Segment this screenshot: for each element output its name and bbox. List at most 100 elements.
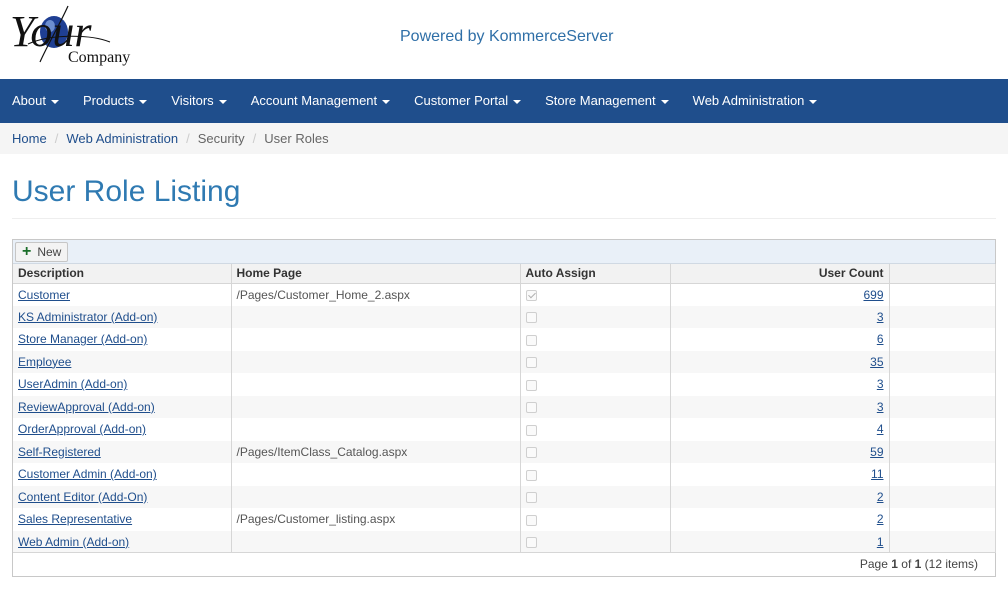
nav-web-administration-label: Web Administration [692, 93, 805, 108]
caret-down-icon [139, 99, 148, 104]
table-row: UserAdmin (Add-on) 3 [13, 373, 996, 396]
auto-assign-checkbox [525, 357, 537, 369]
caret-down-icon [50, 99, 59, 104]
user-count-link[interactable]: 3 [877, 310, 884, 324]
user-count-link[interactable]: 1 [877, 535, 884, 549]
column-header-home-page[interactable]: Home Page [231, 264, 521, 284]
caret-down-icon [513, 99, 522, 104]
title-divider [12, 218, 996, 219]
user-count-link[interactable]: 3 [877, 400, 884, 414]
user-count-cell: 2 [670, 508, 890, 531]
auto-assign-cell [520, 395, 671, 418]
description-cell: Sales Representative [13, 508, 232, 531]
new-role-button[interactable]: + New [15, 242, 69, 262]
grid-toolbar: + New [13, 240, 995, 264]
role-description-link[interactable]: Sales Representative [18, 512, 132, 526]
auto-assign-cell [520, 463, 671, 486]
nav-products[interactable]: Products [71, 79, 159, 123]
column-header-user-count[interactable]: User Count [670, 264, 890, 284]
spacer-cell [889, 508, 996, 531]
breadcrumb-separator: / [186, 131, 190, 146]
user-count-link[interactable]: 2 [877, 490, 884, 504]
nav-web-administration[interactable]: Web Administration [681, 79, 830, 123]
role-description-link[interactable]: Store Manager (Add-on) [18, 332, 147, 346]
table-row: KS Administrator (Add-on) 3 [13, 305, 996, 328]
table-row: Self-Registered/Pages/ItemClass_Catalog.… [13, 440, 996, 463]
breadcrumb-web-administration[interactable]: Web Administration [66, 131, 178, 146]
user-count-cell: 59 [670, 440, 890, 463]
user-count-cell: 3 [670, 373, 890, 396]
description-cell: Web Admin (Add-on) [13, 530, 232, 553]
role-description-link[interactable]: Self-Registered [18, 445, 101, 459]
nav-visitors[interactable]: Visitors [159, 79, 238, 123]
breadcrumb-separator: / [54, 131, 59, 146]
pager-item-count: (12 items) [924, 557, 978, 571]
column-header-auto-assign[interactable]: Auto Assign [520, 264, 671, 284]
table-row: Content Editor (Add-On) 2 [13, 485, 996, 508]
nav-store-management[interactable]: Store Management [533, 79, 681, 123]
auto-assign-cell [520, 440, 671, 463]
description-cell: ReviewApproval (Add-on) [13, 395, 232, 418]
breadcrumb-home[interactable]: Home [12, 131, 47, 146]
home-page-cell [231, 418, 521, 441]
role-description-link[interactable]: UserAdmin (Add-on) [18, 377, 127, 391]
spacer-cell [889, 530, 996, 553]
description-cell: Store Manager (Add-on) [13, 328, 232, 351]
table-body: Customer/Pages/Customer_Home_2.aspx 699 KS… [13, 283, 996, 553]
auto-assign-checkbox [525, 334, 537, 346]
auto-assign-checkbox [525, 312, 537, 324]
column-header-description[interactable]: Description [13, 264, 232, 284]
main-navbar: About Products Visitors Account Manageme… [0, 79, 1008, 123]
home-page-cell [231, 463, 521, 486]
user-count-link[interactable]: 35 [870, 355, 883, 369]
role-description-link[interactable]: KS Administrator (Add-on) [18, 310, 157, 324]
powered-by-text: Powered by KommerceServer [400, 28, 614, 45]
role-description-link[interactable]: Customer [18, 288, 70, 302]
home-page-cell [231, 373, 521, 396]
roles-table: Description Home Page Auto Assign User C… [13, 264, 996, 553]
plus-icon: + [22, 243, 32, 260]
role-description-link[interactable]: OrderApproval (Add-on) [18, 422, 146, 436]
auto-assign-cell [520, 350, 671, 373]
logo-graphic: Your Company [10, 5, 130, 66]
user-count-link[interactable]: 2 [877, 512, 884, 526]
spacer-cell [889, 440, 996, 463]
company-logo[interactable]: Your Company [10, 4, 150, 70]
auto-assign-checkbox [525, 537, 537, 549]
user-count-link[interactable]: 4 [877, 422, 884, 436]
user-count-link[interactable]: 11 [871, 467, 883, 481]
breadcrumb-current: User Roles [264, 131, 329, 146]
role-description-link[interactable]: Customer Admin (Add-on) [18, 467, 157, 481]
home-page-cell [231, 395, 521, 418]
user-count-link[interactable]: 59 [870, 445, 883, 459]
user-count-link[interactable]: 3 [877, 377, 884, 391]
nav-customer-portal[interactable]: Customer Portal [402, 79, 533, 123]
description-cell: Employee [13, 350, 232, 373]
nav-customer-portal-label: Customer Portal [414, 93, 509, 108]
description-cell: Customer Admin (Add-on) [13, 463, 232, 486]
user-count-link[interactable]: 699 [863, 288, 883, 302]
table-row: Customer Admin (Add-on) 11 [13, 463, 996, 486]
role-description-link[interactable]: Content Editor (Add-On) [18, 490, 147, 504]
nav-account-management[interactable]: Account Management [239, 79, 402, 123]
column-header-spacer [889, 264, 996, 284]
auto-assign-checkbox [525, 469, 537, 481]
grid-pager: Page 1 of 1 (12 items) [13, 552, 995, 576]
home-page-cell [231, 485, 521, 508]
spacer-cell [889, 305, 996, 328]
auto-assign-checkbox [525, 447, 537, 459]
breadcrumb: Home / Web Administration / Security / U… [0, 123, 1008, 154]
spacer-cell [889, 373, 996, 396]
user-count-cell: 3 [670, 395, 890, 418]
role-description-link[interactable]: ReviewApproval (Add-on) [18, 400, 155, 414]
auto-assign-checkbox [525, 424, 537, 436]
auto-assign-cell [520, 305, 671, 328]
spacer-cell [889, 395, 996, 418]
auto-assign-checkbox [525, 379, 537, 391]
role-description-link[interactable]: Web Admin (Add-on) [18, 535, 129, 549]
user-count-cell: 35 [670, 350, 890, 373]
nav-about[interactable]: About [0, 79, 71, 123]
nav-store-management-label: Store Management [545, 93, 656, 108]
user-count-link[interactable]: 6 [877, 332, 884, 346]
role-description-link[interactable]: Employee [18, 355, 71, 369]
